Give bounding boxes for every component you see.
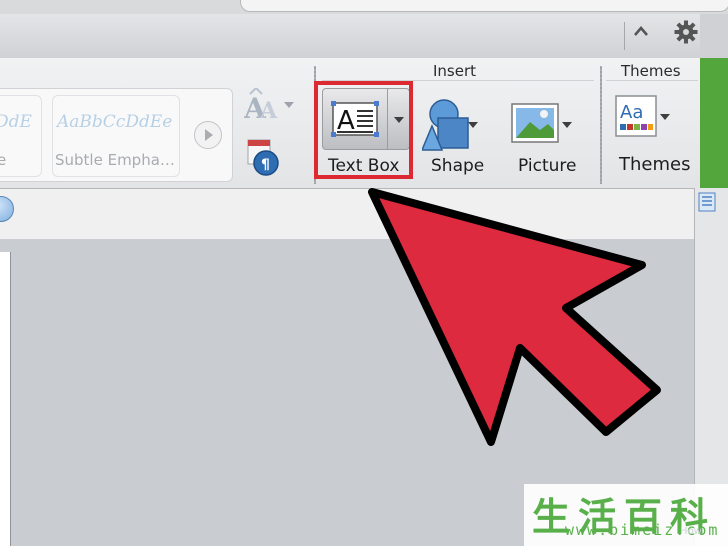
gear-icon[interactable] — [674, 20, 698, 44]
style-card-subtle-emphasis[interactable]: AaBbCcDdEe Subtle Empha… — [52, 95, 180, 177]
view-options-icon[interactable] — [698, 192, 716, 212]
grow-font-icon[interactable]: A A — [244, 88, 294, 124]
window-edge — [700, 14, 728, 58]
svg-text:A: A — [259, 98, 278, 124]
watermark-how: How — [680, 526, 702, 537]
shape-icon[interactable] — [422, 96, 478, 152]
chevron-up-icon[interactable] — [634, 24, 648, 38]
text-box-highlight-frame — [314, 81, 413, 179]
document-page[interactable] — [0, 252, 11, 546]
style-name: Subtle Empha… — [55, 151, 175, 169]
themes-glyph: Aa — [620, 102, 643, 123]
top-strip — [0, 0, 728, 14]
shape-label[interactable]: Shape — [431, 156, 484, 176]
styles-gallery: DdE e AaBbCcDdEe Subtle Empha… — [0, 88, 233, 182]
svg-text:¶: ¶ — [261, 157, 270, 173]
paragraph-icon[interactable]: ¶ — [246, 138, 284, 178]
themes-icon[interactable]: Aa — [614, 94, 672, 144]
style-sample: DdE — [0, 112, 32, 132]
background-window-edge — [700, 58, 728, 188]
titlebar-separator — [624, 22, 625, 50]
ribbon-tabs-bar — [0, 14, 728, 59]
search-field[interactable] — [240, 0, 728, 12]
style-name: e — [0, 151, 7, 169]
themes-label[interactable]: Themes — [619, 154, 690, 175]
ruler-bar — [0, 188, 700, 240]
picture-label[interactable]: Picture — [518, 156, 576, 176]
picture-icon[interactable] — [510, 100, 572, 150]
group-label-themes: Themes — [621, 62, 681, 80]
gallery-next-icon[interactable] — [194, 121, 222, 149]
group-label-insert: Insert — [433, 62, 477, 80]
style-sample: AaBbCcDdEe — [57, 112, 173, 132]
group-separator — [600, 66, 602, 184]
group-underline — [606, 80, 698, 81]
style-card[interactable]: DdE e — [0, 95, 42, 177]
